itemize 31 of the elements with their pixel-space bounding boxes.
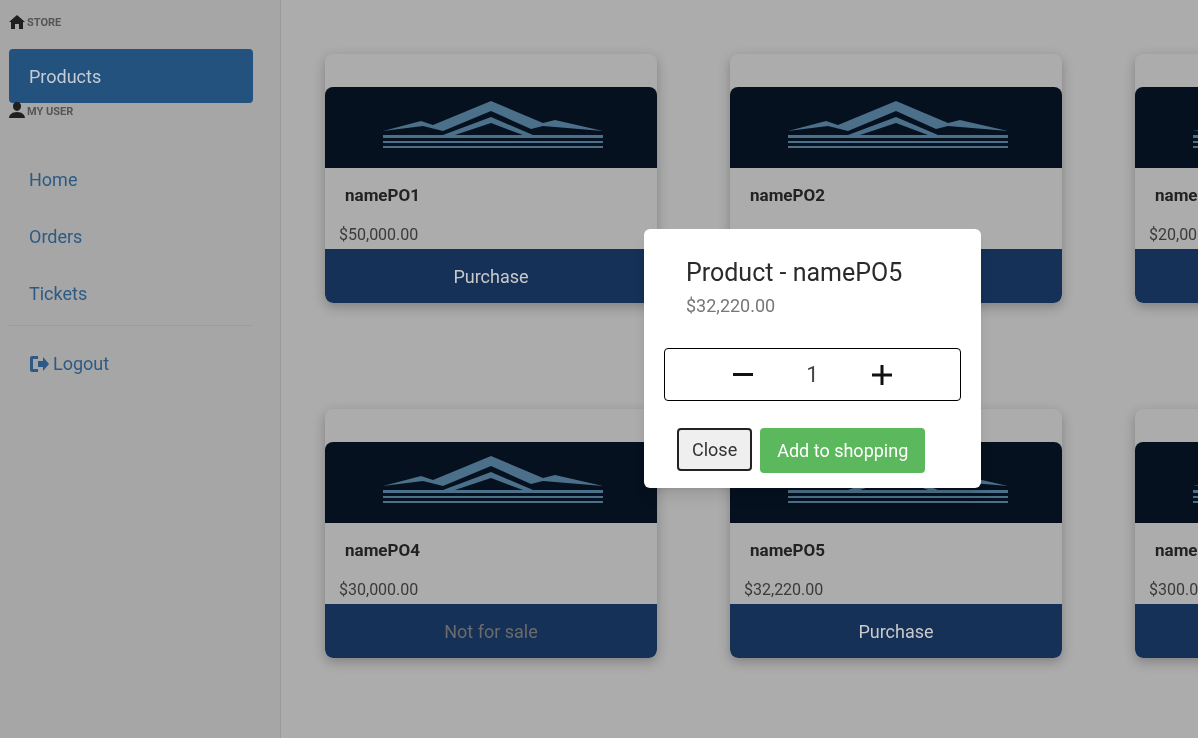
- product-name: namePO2: [750, 185, 826, 205]
- product-price: $32,220.00: [744, 580, 825, 600]
- logout-link[interactable]: Logout: [9, 350, 253, 377]
- product-price: $30,000.00: [339, 580, 420, 600]
- home-icon: [9, 15, 25, 29]
- product-price: $50,000.00: [339, 225, 420, 245]
- product-price: $20,00: [1149, 225, 1198, 245]
- product-name: namePO5: [750, 540, 826, 560]
- plus-icon: [872, 364, 893, 385]
- product-price: $300.0: [1149, 580, 1198, 600]
- close-button[interactable]: Close: [677, 428, 753, 471]
- plus-button[interactable]: [870, 362, 895, 387]
- section-heading: STORE: [27, 17, 62, 29]
- nav-item[interactable]: Orders: [9, 208, 253, 265]
- purchase-button[interactable]: Purchase: [730, 604, 1062, 658]
- add-to-cart-button[interactable]: Add to shopping: [760, 428, 926, 473]
- product-name: namePO4: [345, 540, 421, 560]
- quantity-value: 1: [806, 361, 819, 389]
- nav-item[interactable]: Tickets: [9, 265, 253, 322]
- product-name: name: [1155, 185, 1198, 205]
- logout-icon: [29, 354, 49, 373]
- nav-item[interactable]: Home: [9, 151, 253, 208]
- product-name: namePO1: [345, 185, 421, 205]
- product-name: name: [1155, 540, 1198, 560]
- quantity-stepper[interactable]: 1: [664, 348, 961, 401]
- nav-item[interactable]: Products: [9, 49, 253, 103]
- minus-icon: [732, 373, 753, 376]
- dialog-title: Product - namePO5: [686, 259, 904, 287]
- dialog-price: $32,220.00: [686, 294, 777, 318]
- user-icon: [9, 102, 25, 118]
- section-heading: MY USER: [27, 106, 74, 118]
